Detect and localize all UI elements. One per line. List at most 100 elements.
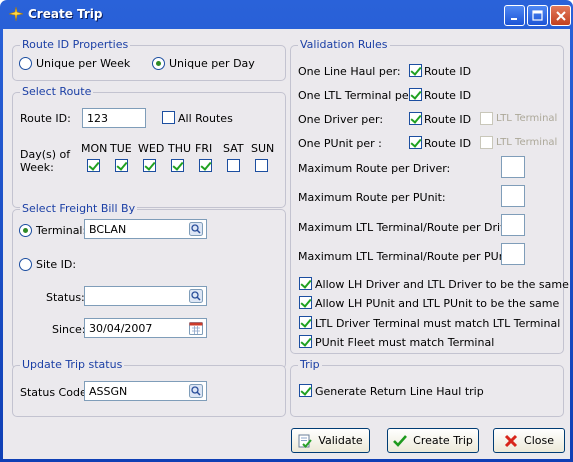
route-id-label: Route ID: — [20, 112, 71, 125]
max-ltl-per-punit-input[interactable] — [501, 243, 525, 265]
status-code-input[interactable]: ASSGN — [84, 381, 207, 401]
max-ltl-per-punit-label: Maximum LTL Terminal/Route per PUnit: — [298, 250, 517, 263]
punit-ltl-terminal-checkbox[interactable] — [480, 136, 493, 149]
day-label-fri: FRI — [195, 142, 213, 155]
max-route-per-driver-input[interactable] — [501, 156, 525, 178]
day-label-mon: MON — [81, 142, 108, 155]
allow-lh-driver-label: Allow LH Driver and LTL Driver to be the… — [315, 278, 569, 291]
close-label: Close — [524, 434, 554, 447]
status-input[interactable] — [84, 286, 207, 306]
close-x-icon — [504, 434, 518, 447]
title-bar[interactable]: Create Trip — [3, 0, 571, 29]
line-haul-route-id-label: Route ID — [424, 65, 472, 78]
punit-fleet-label: PUnit Fleet must match Terminal — [315, 336, 495, 349]
ltl-terminal-route-id-label: Route ID — [424, 89, 472, 102]
max-ltl-per-driver-input[interactable] — [501, 214, 525, 236]
day-checkbox-thu[interactable] — [171, 159, 184, 172]
ltl-driver-terminal-label: LTL Driver Terminal must match LTL Termi… — [315, 317, 561, 330]
ltl-terminal-route-id-checkbox[interactable] — [409, 88, 422, 101]
all-routes-label: All Routes — [178, 112, 233, 125]
group-title: Update Trip status — [20, 358, 125, 371]
generate-return-label: Generate Return Line Haul trip — [315, 385, 484, 398]
driver-ltl-terminal-label: LTL Terminal — [496, 113, 558, 124]
day-checkbox-sun[interactable] — [255, 159, 268, 172]
site-id-radio[interactable] — [19, 258, 32, 271]
terminal-label: Terminal: — [36, 224, 87, 237]
group-title: Select Freight Bill By — [20, 202, 138, 215]
validation-rules-group: Validation Rules One Line Haul per: Rout… — [290, 38, 569, 354]
lookup-icon[interactable] — [189, 384, 203, 398]
select-freight-bill-group: Select Freight Bill By Terminal: BCLAN S… — [12, 202, 286, 369]
close-window-button[interactable] — [550, 5, 571, 26]
terminal-input[interactable]: BCLAN — [84, 219, 207, 239]
site-id-label: Site ID: — [36, 258, 77, 271]
punit-route-id-label: Route ID — [424, 137, 472, 150]
route-id-input[interactable]: 123 — [82, 108, 146, 128]
allow-lh-punit-label: Allow LH PUnit and LTL PUnit to be the s… — [315, 297, 560, 310]
close-button[interactable]: Close — [493, 428, 565, 453]
lookup-icon[interactable] — [189, 289, 203, 303]
punit-fleet-checkbox[interactable] — [299, 335, 312, 348]
driver-route-id-checkbox[interactable] — [409, 112, 422, 125]
terminal-value: BCLAN — [89, 223, 127, 236]
allow-lh-driver-checkbox[interactable] — [299, 277, 312, 290]
generate-return-checkbox[interactable] — [299, 384, 312, 397]
day-label-sun: SUN — [251, 142, 275, 155]
checkmark-icon — [393, 434, 408, 447]
unique-per-day-label: Unique per Day — [169, 57, 255, 70]
max-route-per-punit-label: Maximum Route per PUnit: — [298, 191, 446, 204]
minimize-button[interactable] — [504, 5, 525, 26]
unique-per-week-radio[interactable] — [19, 57, 32, 70]
all-routes-checkbox[interactable] — [162, 111, 175, 124]
punit-ltl-terminal-label: LTL Terminal — [496, 137, 558, 148]
unique-per-week-label: Unique per Week — [36, 57, 131, 70]
terminal-radio[interactable] — [19, 224, 32, 237]
minimize-icon — [510, 17, 517, 20]
max-route-per-punit-input[interactable] — [501, 185, 525, 207]
ltl-driver-terminal-checkbox[interactable] — [299, 316, 312, 329]
since-label: Since: — [52, 323, 86, 336]
days-of-week-label-2: Week: — [20, 161, 54, 174]
group-title: Route ID Properties — [20, 38, 131, 51]
since-value: 30/04/2007 — [89, 322, 153, 335]
status-code-label: Status Code: — [20, 386, 91, 399]
day-checkbox-tue[interactable] — [115, 159, 128, 172]
day-label-sat: SAT — [223, 142, 244, 155]
one-ltl-terminal-label: One LTL Terminal per: — [298, 89, 417, 102]
validate-icon — [298, 434, 313, 448]
close-icon — [555, 10, 566, 21]
day-checkbox-mon[interactable] — [87, 159, 100, 172]
one-driver-label: One Driver per: — [298, 113, 384, 126]
since-date-input[interactable]: 30/04/2007 — [84, 318, 207, 338]
status-label: Status: — [46, 291, 85, 304]
day-checkbox-fri[interactable] — [199, 159, 212, 172]
unique-per-day-radio[interactable] — [152, 57, 165, 70]
day-checkbox-sat[interactable] — [227, 159, 240, 172]
line-haul-route-id-checkbox[interactable] — [409, 64, 422, 77]
validate-button[interactable]: Validate — [291, 428, 370, 453]
max-ltl-per-driver-label: Maximum LTL Terminal/Route per Driver: — [298, 221, 522, 234]
day-checkbox-wed[interactable] — [143, 159, 156, 172]
calendar-icon[interactable] — [189, 321, 203, 335]
maximize-button[interactable] — [527, 5, 548, 26]
max-route-per-driver-label: Maximum Route per Driver: — [298, 162, 451, 175]
maximize-icon — [532, 10, 543, 21]
select-route-group: Select Route Route ID: 123 All Routes Da… — [12, 85, 286, 208]
driver-route-id-label: Route ID — [424, 113, 472, 126]
driver-ltl-terminal-checkbox[interactable] — [480, 112, 493, 125]
status-code-value: ASSGN — [89, 385, 128, 398]
validate-label: Validate — [318, 434, 363, 447]
group-title: Select Route — [20, 85, 94, 98]
update-trip-status-group: Update Trip status Status Code: ASSGN — [12, 358, 286, 417]
dialog-client-area: Route ID Properties Unique per Week Uniq… — [3, 29, 570, 459]
day-label-wed: WED — [138, 142, 165, 155]
allow-lh-punit-checkbox[interactable] — [299, 296, 312, 309]
group-title: Trip — [298, 358, 322, 371]
create-trip-window: Create Trip Route ID Properties Unique p… — [0, 0, 573, 462]
create-trip-label: Create Trip — [413, 434, 473, 447]
lookup-icon[interactable] — [189, 222, 203, 236]
punit-route-id-checkbox[interactable] — [409, 136, 422, 149]
create-trip-button[interactable]: Create Trip — [387, 428, 479, 453]
route-id-properties-group: Route ID Properties Unique per Week Uniq… — [12, 38, 286, 81]
day-label-tue: TUE — [110, 142, 132, 155]
